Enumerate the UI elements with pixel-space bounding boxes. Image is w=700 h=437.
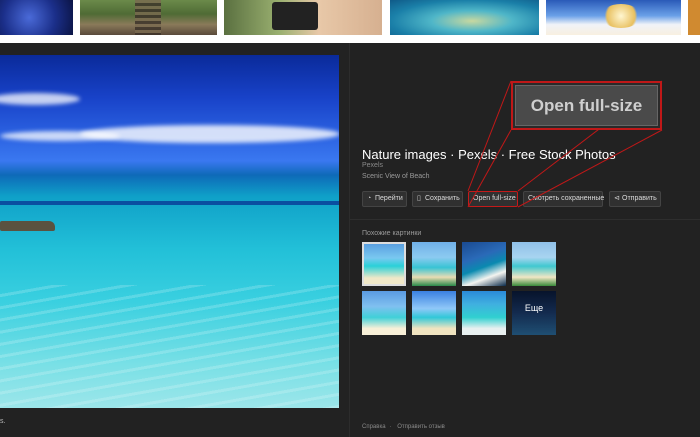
globe-icon: ◔ [367,195,372,202]
cloud [0,93,80,105]
open-full-size-button[interactable]: Open full-size [468,191,518,207]
cloud [80,125,339,143]
callout-zoom-box: Open full-size [511,81,662,130]
panel-divider [349,43,350,437]
thumbnail-blue-flower[interactable] [0,0,73,35]
open-full-size-label: Open full-size [473,195,516,202]
viewer-footer: Справка · Отправить отзыв [362,424,449,430]
visit-button[interactable]: ◔ Перейти [362,191,407,207]
image-title[interactable]: Nature images · Pexels · Free Stock Phot… [362,147,616,162]
thumbnail-strip [0,0,700,38]
thumbnail-phone-in-hand[interactable] [224,0,382,35]
feedback-link[interactable]: Отправить отзыв [397,424,445,430]
help-link[interactable]: Справка [362,424,386,430]
thumbnail-orange-edge[interactable] [688,0,700,35]
callout-open-full-size-label: Open full-size [515,85,658,126]
related-thumbnail[interactable] [462,242,506,286]
horizon [0,201,339,205]
water-ripples [0,285,339,408]
visit-button-label: Перейти [375,195,403,202]
bookmark-icon: ▯ [417,195,421,202]
share-button-label: Отправить [622,195,657,202]
more-label: Еще [512,291,556,335]
left-caption: s. [0,418,6,425]
related-thumbnail[interactable] [412,242,456,286]
thumbnail-sky-and-snow[interactable] [546,0,681,35]
thumbnail-aerial-lagoon[interactable] [390,0,539,35]
section-divider [350,219,700,220]
main-image-beach[interactable] [0,55,339,408]
save-button-label: Сохранить [425,195,460,202]
share-button[interactable]: ⊲ Отправить [609,191,661,207]
related-more-thumbnail[interactable]: Еще [512,291,556,335]
related-thumbnail[interactable] [462,291,506,335]
thumbnail-railway-tracks[interactable] [80,0,217,35]
related-thumbnail[interactable] [512,242,556,286]
footer-separator: · [389,424,392,430]
related-thumbnail[interactable] [362,291,406,335]
related-thumbnail[interactable] [362,242,406,286]
view-saved-button[interactable]: Смотреть сохраненные [523,191,605,207]
image-source: Pexels [362,162,384,169]
related-images-label: Похожие картинки [362,230,422,237]
save-button[interactable]: ▯ Сохранить [412,191,463,207]
image-subtitle: Scenic View of Beach [362,173,430,180]
cloud [0,131,120,141]
share-icon: ⊲ [614,195,620,202]
related-thumbnail[interactable] [412,291,456,335]
rock-islet [0,221,55,231]
view-saved-label: Смотреть сохраненные [528,195,605,202]
